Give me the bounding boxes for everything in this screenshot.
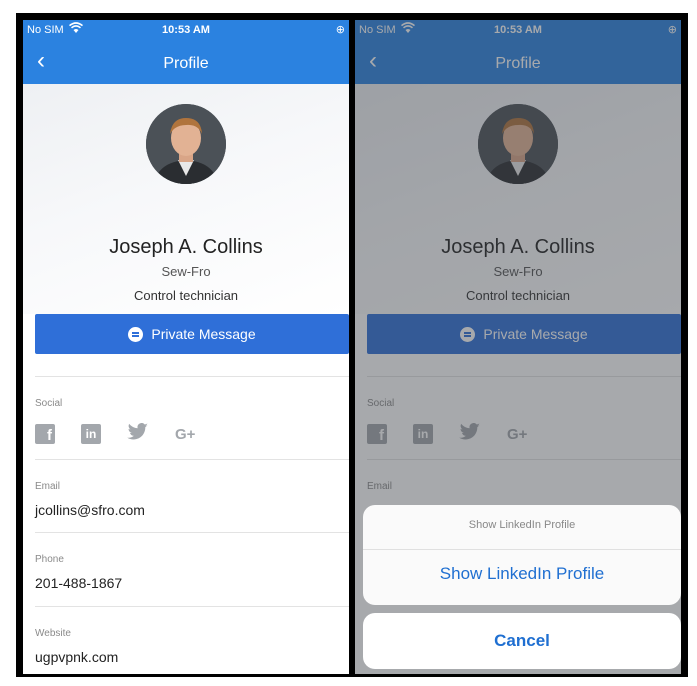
facebook-icon[interactable]: f [35, 424, 55, 444]
page-title: Profile [163, 55, 209, 72]
profile-screen-action-sheet: No SIM 10:53 AM ⊕ ‹ Profile Joseph A. Co… [355, 20, 681, 674]
phone-value[interactable]: 201-488-1867 [35, 575, 122, 591]
status-time: 10:53 AM [162, 24, 210, 36]
social-label: Social [35, 398, 63, 409]
linkedin-icon[interactable]: in [81, 424, 101, 444]
action-sheet-title: Show LinkedIn Profile [468, 519, 576, 531]
profile-name: Joseph A. Collins [109, 236, 263, 258]
twitter-icon[interactable] [127, 422, 149, 446]
email-value[interactable]: jcollins@sfro.com [35, 502, 145, 518]
screenshot-frame: No SIM 10:53 AM ⊕ ‹ Profile Joseph A. Co… [16, 13, 688, 677]
phone-label: Phone [35, 554, 64, 565]
private-message-label: Private Message [151, 326, 256, 342]
cancel-button[interactable]: Cancel [363, 613, 681, 669]
profile-company: Sew-Fro [161, 264, 211, 279]
divider [35, 459, 349, 460]
website-value[interactable]: ugpvpnk.com [35, 649, 118, 665]
show-linkedin-profile-button[interactable]: Show LinkedIn Profile [363, 564, 681, 584]
google-plus-icon[interactable]: G+ [175, 426, 195, 443]
private-message-button[interactable]: Private Message [35, 314, 349, 354]
orientation-lock-icon: ⊕ [335, 24, 345, 36]
navigation-bar: ‹ Profile [23, 42, 349, 84]
profile-header: Joseph A. Collins Sew-Fro Control techni… [23, 84, 349, 314]
avatar [146, 104, 226, 184]
status-bar: No SIM 10:53 AM ⊕ [23, 20, 349, 42]
divider [35, 606, 349, 607]
chat-bubble-icon [128, 326, 144, 342]
email-label: Email [35, 481, 61, 492]
profile-screen: No SIM 10:53 AM ⊕ ‹ Profile Joseph A. Co… [23, 20, 349, 674]
action-sheet: Show LinkedIn Profile Show LinkedIn Prof… [363, 505, 681, 605]
divider [35, 376, 349, 377]
profile-role: Control technician [133, 288, 239, 303]
social-icons: f in G+ [35, 422, 195, 446]
website-label: Website [35, 628, 71, 639]
divider [35, 532, 349, 533]
divider [363, 549, 681, 550]
